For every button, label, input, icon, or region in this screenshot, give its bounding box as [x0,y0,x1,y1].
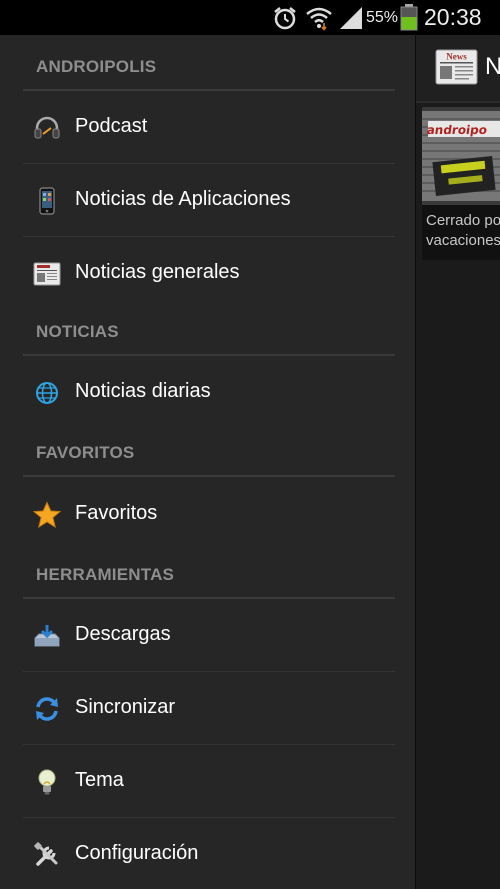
drawer-item-label: Noticias de Aplicaciones [75,188,291,210]
headphones-icon [34,116,60,139]
section-header-noticias: NOTICIAS [23,300,395,356]
drawer-item-label: Noticias generales [75,261,240,283]
drawer-item-label: Tema [75,769,124,791]
drawer-item-label: Noticias diarias [75,380,211,402]
logo-wordmark: News [446,52,467,62]
status-bar: 55% 20:38 [0,0,500,35]
star-icon [33,501,61,529]
drawer-item-descargas[interactable]: Descargas [23,599,395,672]
drawer-item-favoritos[interactable]: Favoritos [23,478,395,551]
globe-icon [36,382,58,404]
article-title-line-1: Cerrado po [426,212,500,229]
clock: 20:38 [424,4,482,30]
drawer-item-label: Configuración [75,842,199,864]
section-header-herramientas: HERRAMIENTAS [23,543,395,599]
smartphone-icon [39,187,55,215]
section-header-label: FAVORITOS [36,443,135,462]
article-title: Cerrado po vacaciones [426,211,500,251]
drawer-item-label: Podcast [75,115,148,137]
action-bar: News N [416,35,500,103]
navigation-drawer: ANDROIPOLIS Podcast Noticias de Aplicaci… [0,35,415,889]
section-header-androipolis: ANDROIPOLIS [23,35,395,91]
drawer-item-label: Descargas [75,623,171,645]
drawer-item-sincronizar[interactable]: Sincronizar [23,672,395,745]
newspaper-icon [33,262,61,286]
svg-text:androipo: androipo [426,123,488,137]
download-icon [34,625,60,647]
drawer-item-label: Favoritos [75,502,158,524]
alarm-icon [274,7,296,30]
wifi-icon [306,7,332,31]
section-header-label: ANDROIPOLIS [36,57,157,76]
drawer-item-label: Sincronizar [75,696,176,718]
drawer-item-configuracion[interactable]: Configuración [23,818,395,889]
article-thumbnail: androipo [422,107,500,205]
drawer-item-tema[interactable]: Tema [23,745,395,818]
app-logo-icon[interactable]: News [435,48,478,86]
tools-icon [34,842,58,866]
action-bar-title: N [485,53,500,80]
section-header-label: NOTICIAS [36,322,119,341]
signal-icon [340,7,362,29]
battery-icon [400,4,418,31]
lightbulb-icon [38,769,56,795]
sync-icon [36,697,58,721]
drawer-item-noticias-de-aplicaciones[interactable]: Noticias de Aplicaciones [23,164,395,237]
main-content: News N androipo Cerrado po vacaciones [415,35,500,889]
section-header-favoritos: FAVORITOS [23,421,395,477]
article-title-line-2: vacaciones [426,232,500,249]
drawer-item-podcast[interactable]: Podcast [23,91,395,164]
battery-percent: 55% [366,9,399,26]
article-card[interactable]: androipo Cerrado po vacaciones [422,107,500,260]
section-header-label: HERRAMIENTAS [36,565,175,584]
drawer-item-noticias-diarias[interactable]: Noticias diarias [23,356,395,429]
